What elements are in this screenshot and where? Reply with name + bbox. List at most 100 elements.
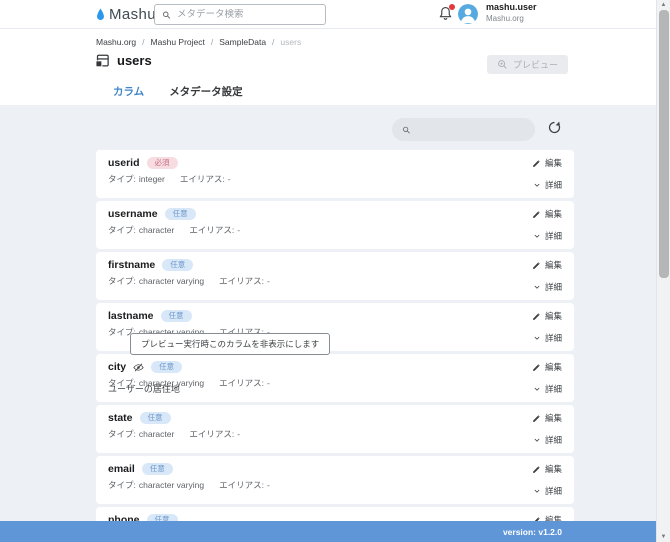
column-name: city [108, 361, 126, 373]
type-value: integer [139, 174, 165, 184]
column-type-line: タイプ: character エイリアス: - [108, 428, 240, 440]
pencil-icon [532, 312, 541, 321]
type-label: タイプ: [108, 173, 136, 185]
detail-toggle[interactable]: 詳細 [533, 485, 562, 497]
title-row: users [95, 53, 152, 68]
alias-value: - [237, 225, 240, 235]
detail-label: 詳細 [545, 383, 562, 395]
edit-button[interactable]: 編集 [532, 310, 562, 322]
notifications-button[interactable] [438, 5, 455, 23]
column-search-input[interactable] [418, 124, 525, 135]
column-badge: 任意 [162, 259, 193, 271]
tab-columns[interactable]: カラム [113, 84, 144, 103]
refresh-button[interactable] [546, 120, 563, 137]
chevron-down-icon [533, 232, 541, 240]
column-type-line: タイプ: integer エイリアス: - [108, 173, 231, 185]
preview-icon [497, 59, 508, 70]
alias-value: - [267, 378, 270, 388]
alias-label: エイリアス: [180, 173, 225, 185]
alias-label: エイリアス: [219, 377, 264, 389]
pencil-icon [532, 210, 541, 219]
search-icon [162, 10, 171, 20]
alias-value: - [267, 276, 270, 286]
scroll-up-arrow[interactable]: ▲ [657, 0, 670, 10]
column-name: username [108, 208, 158, 220]
type-label: タイプ: [108, 275, 136, 287]
eye-off-icon[interactable] [133, 362, 144, 373]
detail-toggle[interactable]: 詳細 [533, 332, 562, 344]
type-label: タイプ: [108, 428, 136, 440]
user-avatar[interactable] [458, 4, 478, 24]
detail-toggle[interactable]: 詳細 [533, 383, 562, 395]
breadcrumb-separator: / [211, 37, 213, 47]
detail-toggle[interactable]: 詳細 [533, 434, 562, 446]
refresh-icon [547, 120, 562, 135]
column-card-header: username 任意 [108, 208, 196, 220]
column-card-header: email 任意 [108, 463, 173, 475]
table-icon [95, 53, 110, 68]
pencil-icon [532, 465, 541, 474]
detail-label: 詳細 [545, 332, 562, 344]
column-badge: 任意 [165, 208, 196, 220]
breadcrumb-separator: / [272, 37, 274, 47]
chevron-down-icon [533, 436, 541, 444]
notification-dot [449, 4, 455, 10]
page-scrollbar[interactable]: ▲ ▼ [656, 0, 670, 542]
app-header: Mashu mashu.user Mashu.org [0, 0, 670, 29]
type-value: character [139, 429, 174, 439]
alias-value: - [267, 480, 270, 490]
scroll-down-arrow[interactable]: ▼ [657, 532, 670, 542]
detail-label: 詳細 [545, 179, 562, 191]
edit-button[interactable]: 編集 [532, 157, 562, 169]
tabs: カラム メタデータ設定 [113, 84, 243, 103]
user-name: mashu.user [486, 3, 537, 12]
pencil-icon [532, 363, 541, 372]
type-label: タイプ: [108, 479, 136, 491]
detail-label: 詳細 [545, 434, 562, 446]
hide-column-tooltip: プレビュー実行時このカラムを非表示にします [130, 333, 330, 355]
edit-button[interactable]: 編集 [532, 463, 562, 475]
edit-button[interactable]: 編集 [532, 412, 562, 424]
breadcrumb-item-project[interactable]: Mashu Project [151, 37, 205, 47]
edit-button[interactable]: 編集 [532, 208, 562, 220]
column-badge: 任意 [140, 412, 171, 424]
column-card: email 任意 タイプ: character varying エイリアス: - [96, 456, 574, 504]
preview-button-label: プレビュー [513, 58, 558, 71]
search-icon [402, 125, 411, 135]
column-name: lastname [108, 310, 154, 322]
scrollbar-thumb[interactable] [659, 10, 669, 278]
user-menu[interactable]: mashu.user Mashu.org [486, 3, 537, 23]
breadcrumb: Mashu.org / Mashu Project / SampleData /… [96, 37, 301, 47]
version-label: version: v1.2.0 [503, 527, 562, 537]
breadcrumb-item-schema[interactable]: SampleData [219, 37, 266, 47]
column-search-box [392, 118, 535, 141]
type-value: character [139, 225, 174, 235]
user-org: Mashu.org [486, 15, 537, 23]
column-card: username 任意 タイプ: character エイリアス: - [96, 201, 574, 249]
detail-toggle[interactable]: 詳細 [533, 179, 562, 191]
edit-button[interactable]: 編集 [532, 361, 562, 373]
detail-toggle[interactable]: 詳細 [533, 230, 562, 242]
column-type-line: タイプ: character varying エイリアス: - [108, 275, 270, 287]
column-type-line: タイプ: character エイリアス: - [108, 224, 240, 236]
edit-label: 編集 [545, 208, 562, 220]
chevron-down-icon [533, 385, 541, 393]
pencil-icon [532, 414, 541, 423]
chevron-down-icon [533, 487, 541, 495]
breadcrumb-item-org[interactable]: Mashu.org [96, 37, 136, 47]
chevron-down-icon [533, 283, 541, 291]
logo-text: Mashu [109, 6, 156, 23]
preview-button[interactable]: プレビュー [487, 55, 568, 74]
column-badge: 任意 [142, 463, 173, 475]
global-search-input[interactable] [177, 9, 318, 20]
detail-toggle[interactable]: 詳細 [533, 281, 562, 293]
app-logo: Mashu [95, 4, 156, 24]
tab-metadata-settings[interactable]: メタデータ設定 [169, 84, 243, 103]
column-card: city 任意 タイプ: character varying エイリアス: - … [96, 354, 574, 402]
column-card-header: city 任意 [108, 361, 182, 373]
column-badge: 任意 [151, 361, 182, 373]
chevron-down-icon [533, 334, 541, 342]
alias-value: - [237, 429, 240, 439]
edit-button[interactable]: 編集 [532, 259, 562, 271]
edit-label: 編集 [545, 412, 562, 424]
